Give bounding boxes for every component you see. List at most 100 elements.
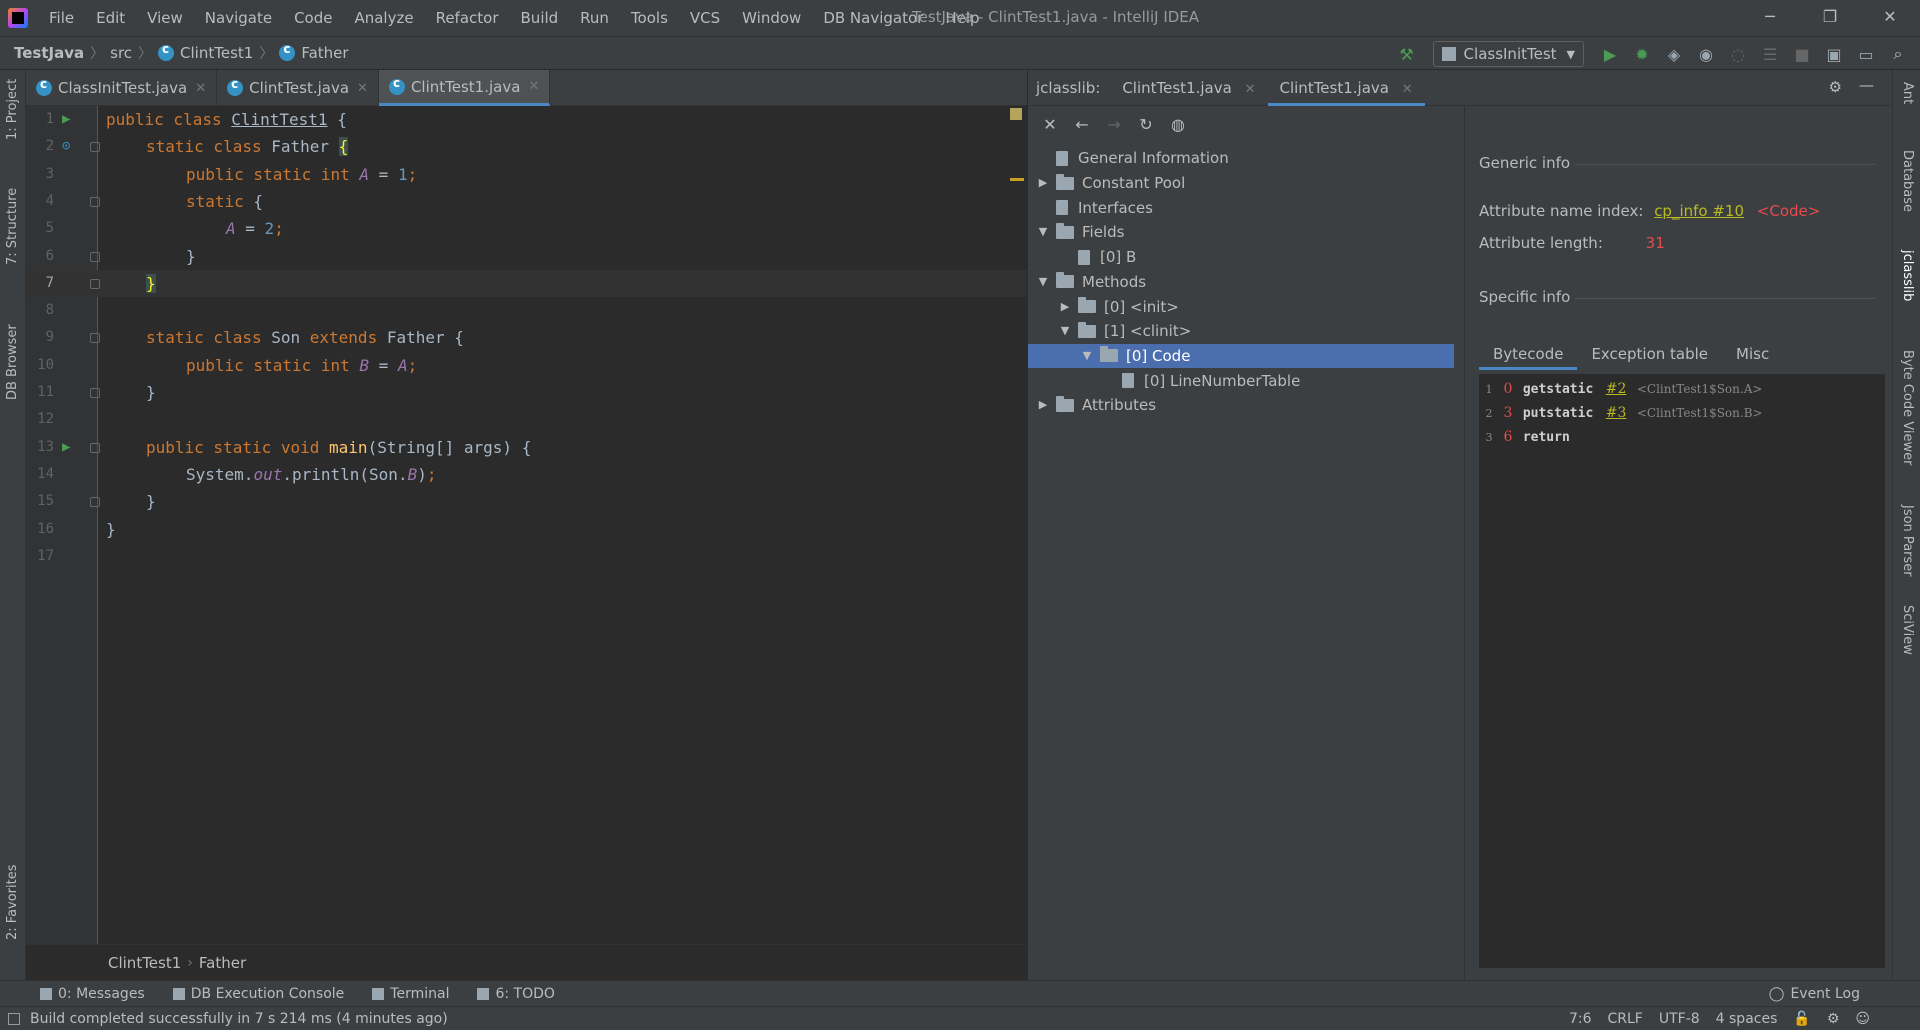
attach-icon[interactable]: ◌ [1724, 40, 1752, 68]
file-encoding[interactable]: UTF-8 [1659, 1011, 1700, 1027]
back-arrow-icon[interactable]: ← [1068, 110, 1096, 138]
fold-icon[interactable] [90, 278, 100, 289]
caret-position[interactable]: 7:6 [1569, 1011, 1592, 1027]
close-icon[interactable]: ✕ [1036, 110, 1064, 138]
gear-icon[interactable]: ⚙ [1829, 78, 1842, 96]
tree-node[interactable]: ▼ Fields [1036, 220, 1464, 245]
tab-clinttest[interactable]: ClintTest.java ✕ [217, 70, 379, 106]
tool-windows-toggle-icon[interactable] [8, 1012, 20, 1025]
menu-navigate[interactable]: Navigate [194, 0, 283, 36]
breadcrumb-class[interactable]: ClintTest1 [158, 42, 253, 62]
cp-info-link[interactable]: cp_info #10 [1654, 202, 1744, 220]
fold-icon[interactable] [90, 388, 100, 398]
tree-node[interactable]: Interfaces [1036, 195, 1464, 220]
close-icon[interactable]: ✕ [195, 81, 206, 96]
jclasslib-tab[interactable]: ClintTest1.java ✕ [1110, 70, 1267, 106]
menu-run[interactable]: Run [569, 0, 620, 36]
expanded-arrow-icon[interactable]: ▼ [1058, 319, 1072, 343]
bytecode-ref-link[interactable]: #2 [1606, 381, 1627, 397]
tool-window-sciview[interactable]: SciView [1900, 605, 1915, 655]
bytecode-view[interactable]: 1 0 getstatic #2 <ClintTest1$Son.A> 2 3 … [1479, 374, 1885, 968]
editor-breadcrumb-class[interactable]: ClintTest1 [108, 954, 181, 972]
forward-arrow-icon[interactable]: → [1100, 110, 1128, 138]
tab-exception-table[interactable]: Exception table [1577, 338, 1722, 370]
project-structure-icon[interactable]: ▣ [1820, 40, 1848, 68]
fold-icon[interactable] [90, 196, 100, 207]
web-icon[interactable]: ◍ [1164, 110, 1192, 138]
tree-node[interactable]: ▼ [0] Code [1028, 343, 1454, 369]
menu-refactor[interactable]: Refactor [425, 0, 510, 36]
tool-window-project[interactable]: 1: Project [5, 79, 20, 140]
tool-window-todo[interactable]: 6: TODO [477, 986, 555, 1002]
close-icon[interactable]: ✕ [357, 81, 368, 96]
profile-icon[interactable]: ◉ [1692, 40, 1720, 68]
tree-node[interactable]: ▼ [1] <clinit> [1058, 319, 1464, 344]
rerun-icon[interactable]: ☰ [1756, 40, 1784, 68]
indent-setting[interactable]: 4 spaces [1716, 1011, 1778, 1027]
error-stripe-marker[interactable] [1010, 178, 1024, 181]
menu-analyze[interactable]: Analyze [343, 0, 424, 36]
tool-window-database[interactable]: Database [1900, 150, 1915, 212]
expanded-arrow-icon[interactable]: ▼ [1036, 270, 1050, 294]
fold-icon[interactable] [90, 333, 100, 344]
menu-window[interactable]: Window [731, 0, 812, 36]
hide-panel-icon[interactable]: — [1859, 76, 1874, 94]
expanded-arrow-icon[interactable]: ▼ [1036, 220, 1050, 244]
tree-node[interactable]: General Information [1036, 146, 1464, 171]
tool-window-jclasslib[interactable]: jclasslib [1900, 250, 1915, 301]
tool-window-terminal[interactable]: Terminal [372, 986, 449, 1002]
menu-vcs[interactable]: VCS [679, 0, 731, 36]
tree-node[interactable]: ▼ Methods [1036, 270, 1464, 295]
tool-window-favorites[interactable]: 2: Favorites [5, 864, 20, 940]
overridden-gutter-icon[interactable]: ⊙ [62, 133, 70, 160]
tool-window-json-parser[interactable]: Json Parser [1900, 505, 1915, 577]
close-icon[interactable]: ✕ [1245, 82, 1256, 97]
expanded-arrow-icon[interactable]: ▼ [1080, 344, 1094, 368]
run-configuration-select[interactable]: ClassInitTest ▼ [1432, 41, 1584, 67]
tree-node[interactable]: ▶ Attributes [1036, 393, 1464, 418]
build-hammer-icon[interactable]: ⚒ [1393, 40, 1421, 68]
breadcrumb-inner-class[interactable]: Father [279, 42, 349, 62]
git-icon[interactable]: ⚙ [1827, 1011, 1840, 1027]
inspector-icon[interactable]: ☺ [1855, 1011, 1870, 1027]
tab-misc[interactable]: Misc [1722, 338, 1783, 370]
tool-window-db-browser[interactable]: DB Browser [5, 324, 20, 400]
tool-window-event-log[interactable]: ◯ Event Log [1769, 986, 1860, 1002]
tree-node[interactable]: ▶ [0] <init> [1058, 294, 1464, 319]
layout-icon[interactable]: ▭ [1852, 40, 1880, 68]
refresh-icon[interactable]: ↻ [1132, 110, 1160, 138]
breadcrumb-src[interactable]: src [110, 44, 132, 62]
minimize-button[interactable]: ─ [1740, 0, 1800, 34]
breadcrumb-project[interactable]: TestJava [14, 44, 84, 62]
code-editor[interactable]: 1 ▶ public class ClintTest1 { 2 ⊙ static… [26, 106, 1027, 944]
menu-build[interactable]: Build [510, 0, 570, 36]
collapsed-arrow-icon[interactable]: ▶ [1058, 295, 1072, 319]
debug-icon[interactable]: ✹ [1628, 40, 1656, 68]
run-gutter-icon[interactable]: ▶ [62, 106, 70, 133]
status-message[interactable]: Build completed successfully in 7 s 214 … [30, 1011, 448, 1027]
editor-breadcrumb-inner[interactable]: Father [199, 954, 246, 972]
fold-icon[interactable] [90, 251, 100, 262]
tab-classinittest[interactable]: ClassInitTest.java ✕ [26, 70, 218, 106]
lock-icon[interactable]: 🔓 [1793, 1011, 1810, 1027]
tree-node[interactable]: ▶ Constant Pool [1036, 171, 1464, 196]
close-icon[interactable]: ✕ [528, 79, 539, 94]
restore-button[interactable]: ❐ [1800, 0, 1860, 34]
collapsed-arrow-icon[interactable]: ▶ [1036, 393, 1050, 417]
menu-tools[interactable]: Tools [620, 0, 679, 36]
tool-window-messages[interactable]: 0: Messages [40, 986, 145, 1002]
close-window-button[interactable]: ✕ [1860, 0, 1920, 34]
line-separator[interactable]: CRLF [1607, 1011, 1642, 1027]
fold-icon[interactable] [90, 142, 100, 153]
jclasslib-tab-active[interactable]: ClintTest1.java ✕ [1267, 70, 1425, 106]
collapsed-arrow-icon[interactable]: ▶ [1036, 171, 1050, 195]
tree-node[interactable]: [0] B [1058, 245, 1464, 270]
tool-window-byte-code-viewer[interactable]: Byte Code Viewer [1900, 350, 1915, 465]
fold-icon[interactable] [90, 442, 100, 453]
tool-window-db-console[interactable]: DB Execution Console [172, 986, 344, 1002]
tool-window-ant[interactable]: Ant [1900, 82, 1915, 104]
run-gutter-icon[interactable]: ▶ [62, 434, 70, 461]
menu-edit[interactable]: Edit [85, 0, 136, 36]
search-icon[interactable]: ⌕ [1884, 40, 1912, 68]
menu-view[interactable]: View [136, 0, 194, 36]
